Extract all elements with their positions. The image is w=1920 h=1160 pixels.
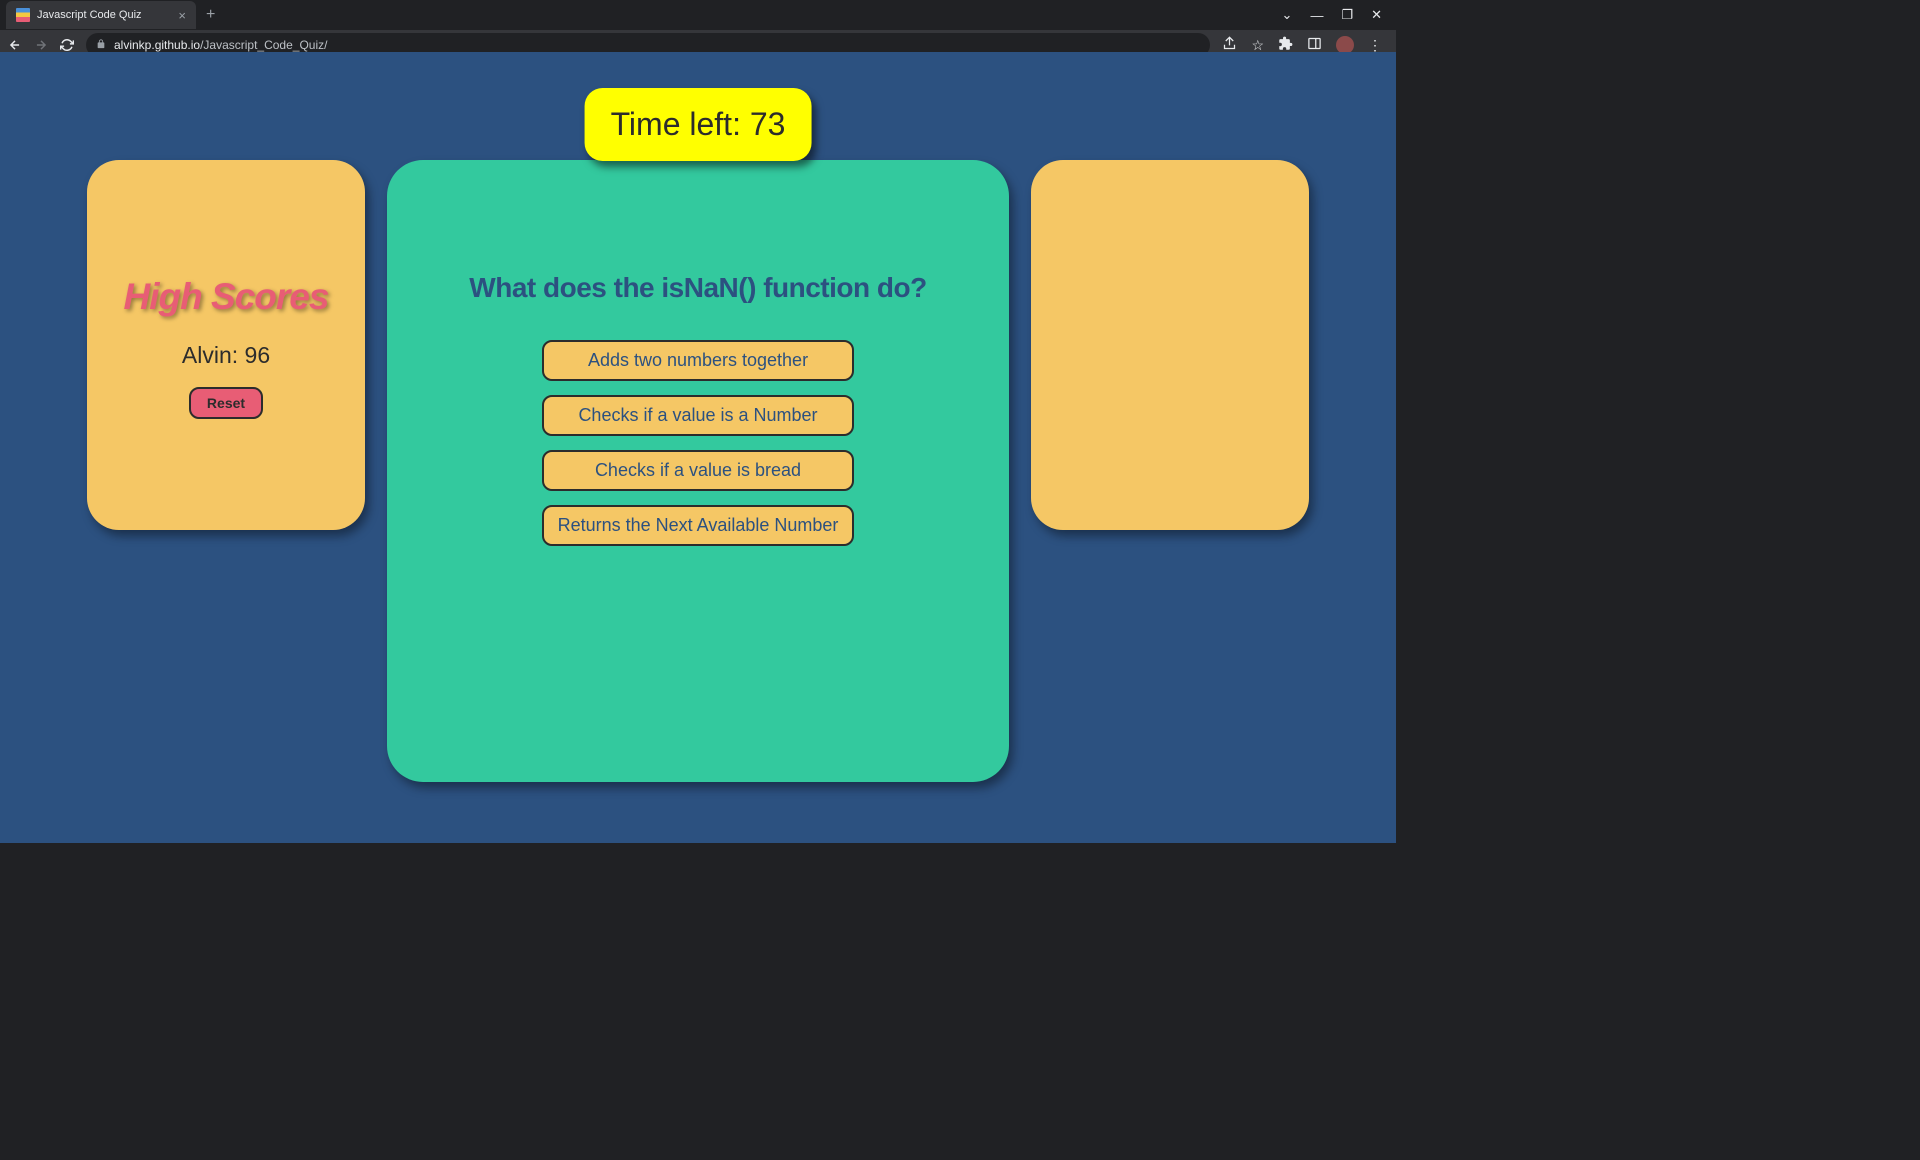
forward-icon[interactable] (34, 38, 48, 52)
high-scores-title: High Scores (124, 276, 329, 318)
browser-tab[interactable]: Javascript Code Quiz × (6, 1, 196, 29)
favicon-icon (16, 8, 30, 22)
lock-icon (96, 39, 106, 52)
main-layout: High Scores Alvin: 96 Reset What does th… (0, 92, 1396, 782)
answer-option[interactable]: Checks if a value is bread (542, 450, 854, 491)
minimize-icon[interactable]: — (1310, 8, 1323, 23)
star-icon[interactable]: ☆ (1251, 37, 1264, 54)
url-text: alvinkp.github.io/Javascript_Code_Quiz/ (114, 38, 327, 52)
right-panel (1031, 160, 1309, 530)
quiz-card: What does the isNaN() function do? Adds … (387, 160, 1009, 782)
tab-title: Javascript Code Quiz (37, 9, 171, 21)
maximize-icon[interactable]: ❐ (1341, 7, 1353, 23)
chevron-down-icon[interactable]: ⌄ (1282, 7, 1293, 23)
back-icon[interactable] (8, 38, 22, 52)
high-scores-panel: High Scores Alvin: 96 Reset (87, 160, 365, 530)
score-entry: Alvin: 96 (182, 342, 270, 369)
answer-option[interactable]: Adds two numbers together (542, 340, 854, 381)
reset-button[interactable]: Reset (189, 387, 263, 419)
tab-bar: Javascript Code Quiz × + ⌄ — ❐ ✕ (0, 0, 1396, 30)
window-controls: ⌄ — ❐ ✕ (1282, 7, 1396, 23)
question-text: What does the isNaN() function do? (449, 272, 946, 304)
answer-option[interactable]: Checks if a value is a Number (542, 395, 854, 436)
browser-chrome: Javascript Code Quiz × + ⌄ — ❐ ✕ alvinkp… (0, 0, 1396, 52)
new-tab-button[interactable]: + (196, 6, 225, 24)
reload-icon[interactable] (60, 38, 74, 52)
timer-badge: Time left: 73 (585, 88, 812, 161)
timer-value: 73 (750, 106, 786, 142)
timer-label: Time left: (611, 106, 750, 142)
answer-list: Adds two numbers together Checks if a va… (542, 340, 854, 546)
close-window-icon[interactable]: ✕ (1371, 7, 1382, 23)
close-tab-icon[interactable]: × (178, 8, 186, 23)
page-content: Time left: 73 High Scores Alvin: 96 Rese… (0, 52, 1396, 843)
answer-option[interactable]: Returns the Next Available Number (542, 505, 854, 546)
menu-icon[interactable]: ⋮ (1368, 37, 1382, 54)
